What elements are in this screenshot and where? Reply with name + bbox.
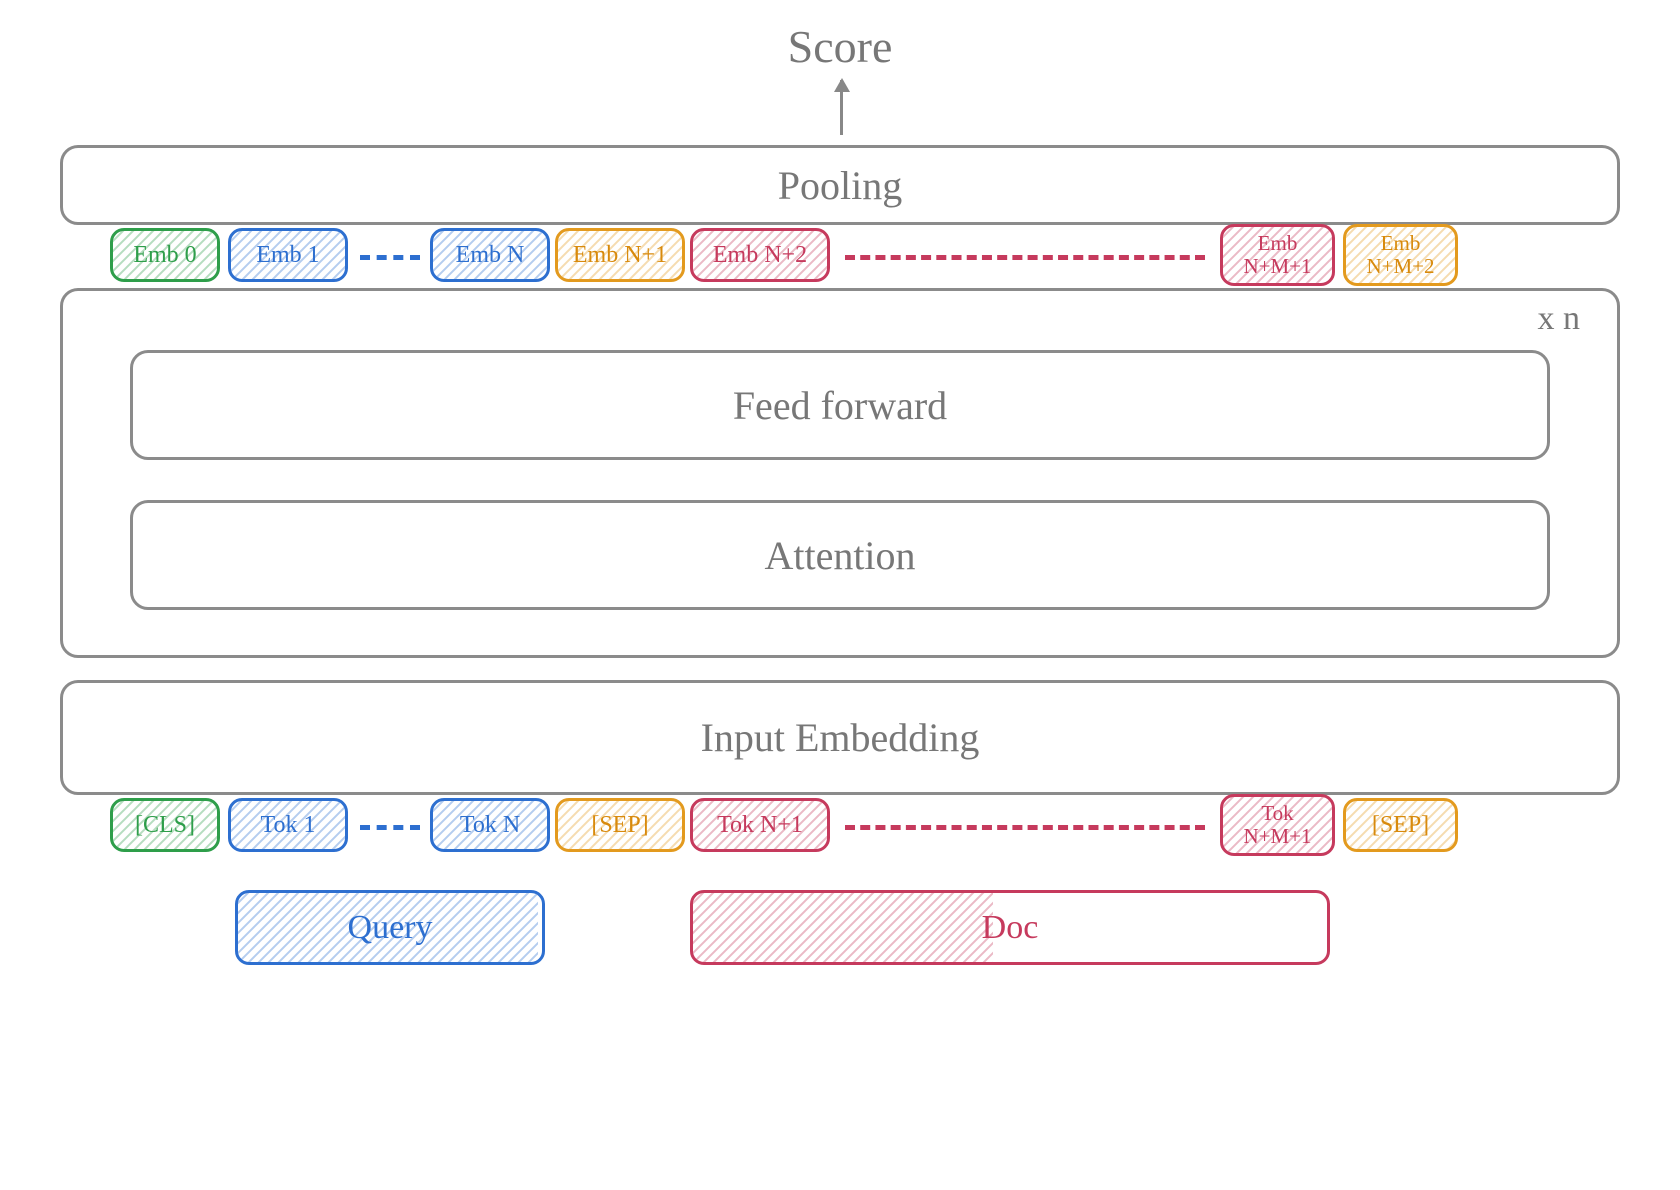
attention-block: Attention: [130, 500, 1550, 610]
tok-sep2: [SEP]: [1343, 798, 1458, 852]
emb-n: Emb N: [430, 228, 550, 282]
score-label: Score: [60, 20, 1620, 73]
query-group: Query: [235, 890, 545, 965]
emb-np1: Emb N+1: [555, 228, 685, 282]
attention-label: Attention: [764, 532, 915, 579]
ellipsis-query-tok: [360, 825, 420, 830]
emb-np2-label: Emb N+2: [709, 242, 811, 268]
emb-1-label: Emb 1: [252, 242, 323, 268]
ellipsis-query-emb: [360, 255, 420, 260]
tok-n-label: Tok N: [456, 812, 524, 838]
input-embedding-label: Input Embedding: [701, 714, 980, 761]
doc-group-label: Doc: [982, 909, 1039, 947]
tok-n: Tok N: [430, 798, 550, 852]
xn-label: x n: [1538, 300, 1581, 338]
pooling-label: Pooling: [778, 162, 902, 209]
query-group-label: Query: [348, 909, 433, 947]
tok-sep1: [SEP]: [555, 798, 685, 852]
arrow-up-icon: [840, 80, 843, 135]
ellipsis-doc-emb: [845, 255, 1205, 260]
pooling-block: Pooling: [60, 145, 1620, 225]
tok-cls-label: [CLS]: [131, 812, 199, 838]
emb-npmp1: Emb N+M+1: [1220, 224, 1335, 286]
emb-1: Emb 1: [228, 228, 348, 282]
feed-forward-block: Feed forward: [130, 350, 1550, 460]
tok-sep1-label: [SEP]: [587, 812, 652, 838]
input-embedding-block: Input Embedding: [60, 680, 1620, 795]
emb-n-label: Emb N: [452, 242, 529, 268]
emb-npmp2-label: Emb N+M+2: [1362, 232, 1438, 278]
emb-npmp1-label: Emb N+M+1: [1239, 232, 1315, 278]
emb-0: Emb 0: [110, 228, 220, 282]
tok-npmp1-label: Tok N+M+1: [1239, 802, 1315, 848]
tok-np1: Tok N+1: [690, 798, 830, 852]
tok-np1-label: Tok N+1: [713, 812, 807, 838]
tok-npmp1: Tok N+M+1: [1220, 794, 1335, 856]
emb-npmp2: Emb N+M+2: [1343, 224, 1458, 286]
emb-0-label: Emb 0: [129, 242, 200, 268]
tok-sep2-label: [SEP]: [1368, 812, 1433, 838]
emb-np2: Emb N+2: [690, 228, 830, 282]
ellipsis-doc-tok: [845, 825, 1205, 830]
doc-group: Doc: [690, 890, 1330, 965]
tok-cls: [CLS]: [110, 798, 220, 852]
tok-1: Tok 1: [228, 798, 348, 852]
emb-np1-label: Emb N+1: [569, 242, 671, 268]
diagram-root: Score Pooling Emb 0 Emb 1 Emb N Emb N+1 …: [60, 20, 1620, 1170]
tok-1-label: Tok 1: [257, 812, 320, 838]
feed-forward-label: Feed forward: [733, 382, 947, 429]
